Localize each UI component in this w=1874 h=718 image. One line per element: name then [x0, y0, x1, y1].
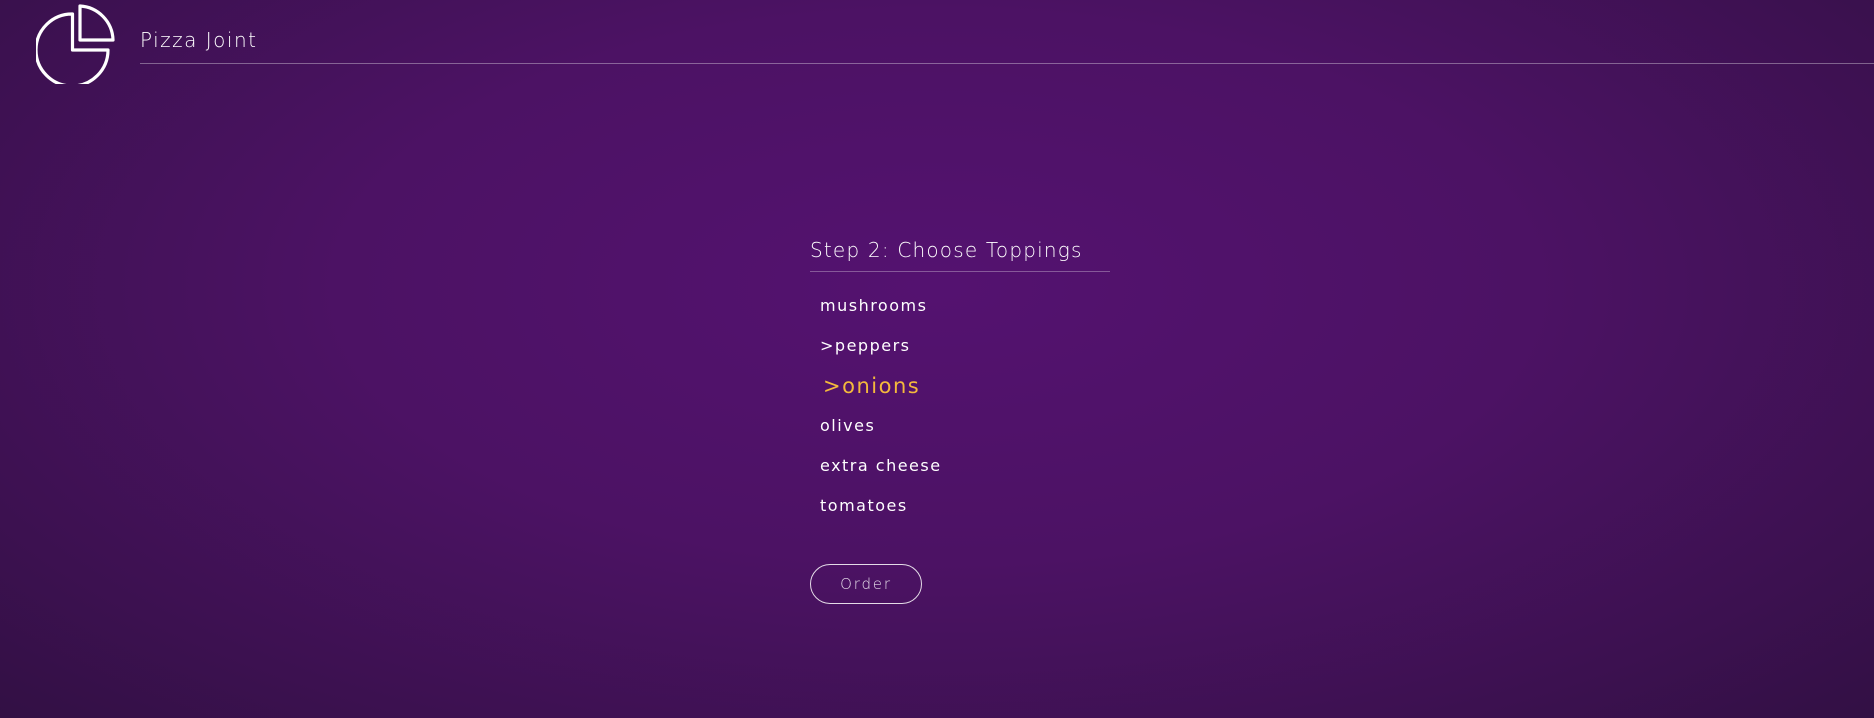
topping-label: extra cheese [820, 456, 942, 475]
selected-marker: > [820, 336, 835, 355]
pizza-slice-icon[interactable] [36, 4, 116, 84]
topping-mushrooms[interactable]: mushrooms [810, 286, 1110, 326]
topping-label: olives [820, 416, 876, 435]
topping-tomatoes[interactable]: tomatoes [810, 486, 1110, 526]
topping-olives[interactable]: olives [810, 406, 1110, 446]
toppings-list: mushrooms > peppers > onions olives extr… [810, 286, 1110, 526]
topping-extra-cheese[interactable]: extra cheese [810, 446, 1110, 486]
toppings-panel: Step 2: Choose Toppings mushrooms > pepp… [810, 238, 1110, 526]
topping-label: tomatoes [820, 496, 908, 515]
topping-label: onions [842, 374, 921, 398]
header-divider [140, 63, 1874, 64]
topping-peppers[interactable]: > peppers [810, 326, 1110, 366]
step-title: Step 2: Choose Toppings [810, 238, 1110, 272]
topping-onions[interactable]: > onions [810, 366, 1110, 406]
topping-label: mushrooms [820, 296, 928, 315]
topping-label: peppers [834, 336, 911, 355]
selected-marker: > [823, 374, 843, 398]
site-title[interactable]: Pizza Joint [140, 28, 258, 52]
site-header: Pizza Joint [0, 0, 1874, 84]
order-button[interactable]: Order [810, 564, 922, 604]
